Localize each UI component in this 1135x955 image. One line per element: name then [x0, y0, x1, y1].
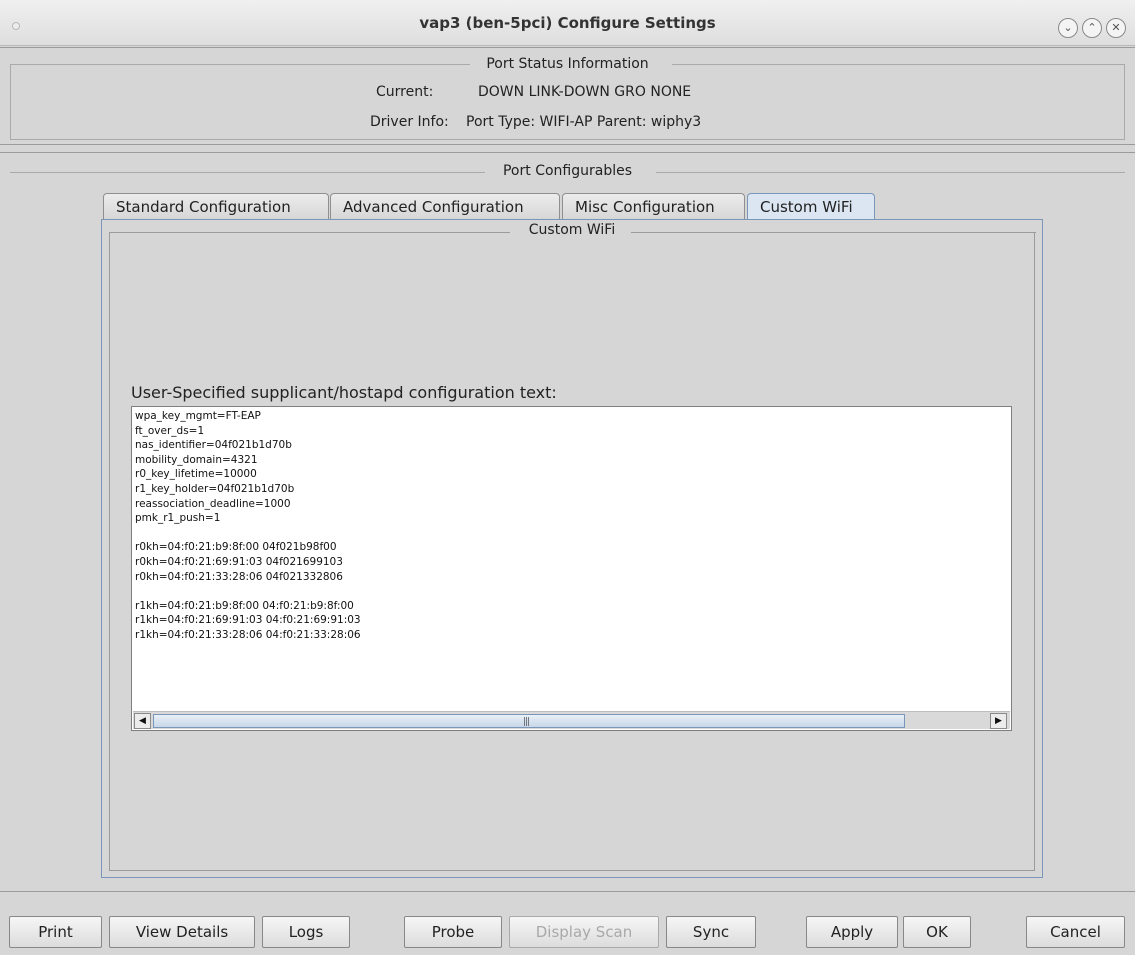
- config-text-line: nas_identifier=04f021b1d70b: [135, 439, 292, 452]
- config-text-label: User-Specified supplicant/hostapd config…: [131, 383, 557, 402]
- config-text-line: r0kh=04:f0:21:b9:8f:00 04f021b98f00: [135, 541, 337, 554]
- probe-button[interactable]: Probe: [404, 916, 502, 948]
- scrollbar-thumb[interactable]: |||: [153, 714, 905, 728]
- config-text-line: r0_key_lifetime=10000: [135, 468, 257, 481]
- print-button[interactable]: Print: [9, 916, 102, 948]
- driver-info-value: Port Type: WIFI-AP Parent: wiphy3: [466, 114, 702, 130]
- config-text-line: pmk_r1_push=1: [135, 512, 221, 525]
- config-text-line: r1_key_holder=04f021b1d70b: [135, 482, 295, 495]
- horizontal-scrollbar[interactable]: ◀ ||| ▶: [133, 711, 1010, 729]
- window-titlebar[interactable]: vap3 (ben-5pci) Configure Settings ⌄ ⌃ ✕: [0, 0, 1135, 46]
- custom-wifi-title: Custom WiFi: [528, 222, 616, 238]
- ok-button[interactable]: OK: [903, 916, 971, 948]
- config-text-line: ft_over_ds=1: [135, 424, 205, 437]
- config-text-line: wpa_key_mgmt=FT-EAP: [135, 410, 261, 422]
- grip-icon: |||: [523, 717, 530, 727]
- chevron-down-icon[interactable]: ⌄: [1058, 18, 1078, 38]
- config-text-line: reassociation_deadline=1000: [135, 497, 291, 510]
- config-text-line: r1kh=04:f0:21:69:91:03 04:f0:21:69:91:03: [135, 614, 361, 627]
- tab-custom-wifi[interactable]: Custom WiFi: [747, 193, 875, 220]
- tab-standard-configuration[interactable]: Standard Configuration: [103, 193, 329, 220]
- view-details-button[interactable]: View Details: [109, 916, 255, 948]
- arrow-left-icon[interactable]: ◀: [134, 713, 151, 729]
- apply-button[interactable]: Apply: [806, 916, 898, 948]
- config-text-line: r1kh=04:f0:21:33:28:06 04:f0:21:33:28:06: [135, 628, 361, 641]
- config-text-line: r0kh=04:f0:21:69:91:03 04f021699103: [135, 555, 343, 568]
- current-value: DOWN LINK-DOWN GRO NONE: [478, 84, 692, 100]
- config-text-line: [132, 526, 1011, 541]
- button-bar: Print View Details Logs Probe Display Sc…: [0, 891, 1135, 955]
- port-configurables-title: Port Configurables: [502, 163, 632, 179]
- tab-misc-configuration[interactable]: Misc Configuration: [562, 193, 745, 220]
- config-text-area[interactable]: wpa_key_mgmt=FT-EAP ft_over_ds=1 nas_ident…: [131, 406, 1012, 731]
- config-text-line: [132, 584, 1011, 599]
- port-status-title: Port Status Information: [486, 56, 649, 72]
- cancel-button[interactable]: Cancel: [1026, 916, 1125, 948]
- sync-button[interactable]: Sync: [666, 916, 756, 948]
- window-title: vap3 (ben-5pci) Configure Settings: [419, 14, 716, 32]
- arrow-right-icon[interactable]: ▶: [990, 713, 1007, 729]
- config-text-line: r1kh=04:f0:21:b9:8f:00 04:f0:21:b9:8f:00: [135, 599, 354, 612]
- config-text-line: mobility_domain=4321: [135, 453, 258, 466]
- chevron-up-icon[interactable]: ⌃: [1082, 18, 1102, 38]
- port-status-panel: Port Status Information Current: DOWN LI…: [0, 47, 1135, 145]
- driver-info-label: Driver Info:: [370, 114, 449, 130]
- tab-advanced-configuration[interactable]: Advanced Configuration: [330, 193, 560, 220]
- logs-button[interactable]: Logs: [262, 916, 350, 948]
- current-label: Current:: [376, 84, 434, 100]
- close-icon[interactable]: ✕: [1106, 18, 1126, 38]
- display-scan-button[interactable]: Display Scan: [509, 916, 659, 948]
- config-text-line: r0kh=04:f0:21:33:28:06 04f021332806: [135, 570, 343, 583]
